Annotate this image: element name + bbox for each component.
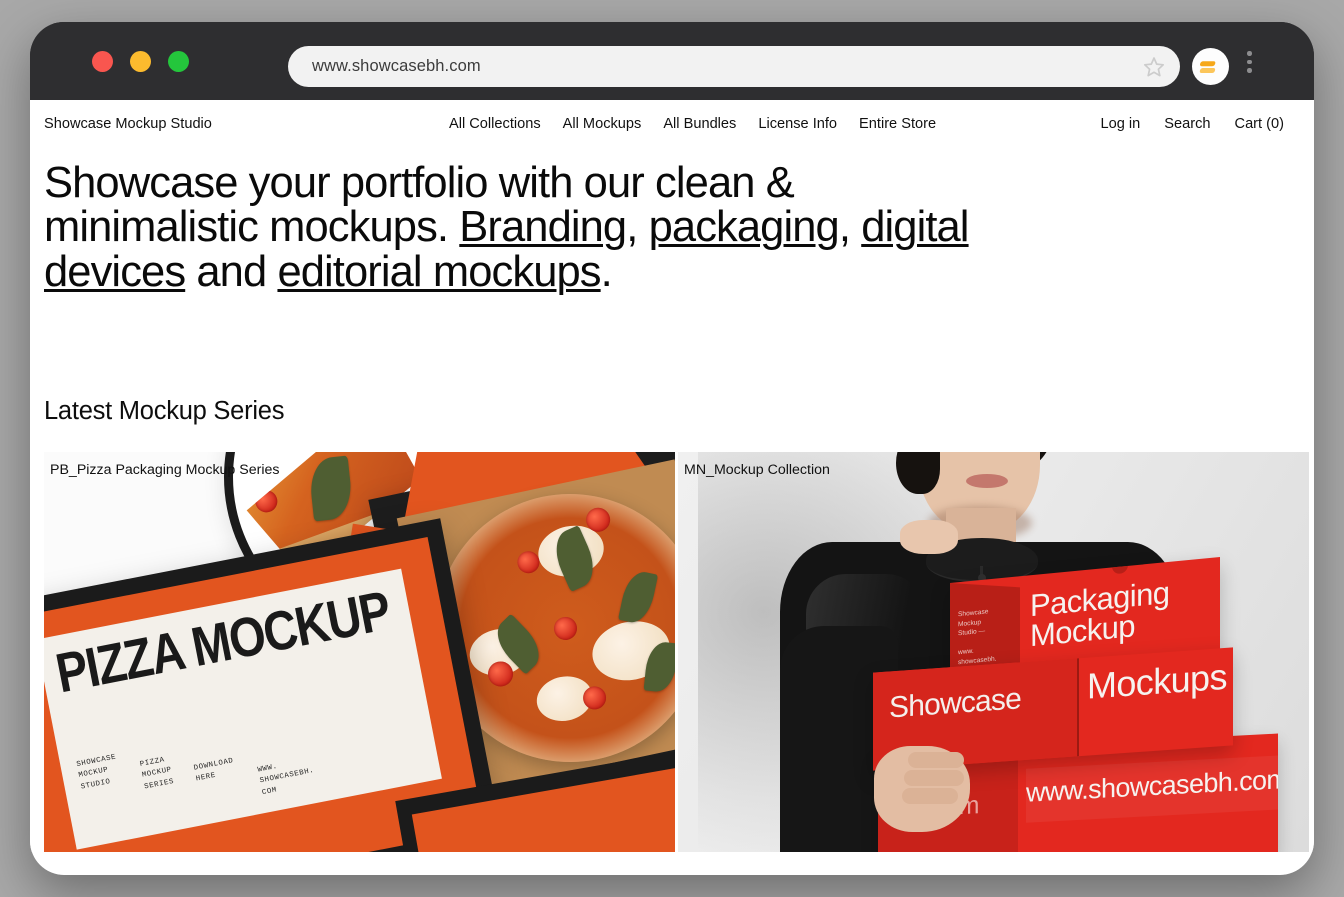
box-label-col-3: DOWNLOAD HERE [193, 756, 235, 784]
box-label-col-2: PIZZA MOCKUP SERIES [139, 755, 175, 792]
kebab-menu-icon[interactable] [1247, 51, 1252, 73]
tomato-slice [551, 614, 580, 643]
hero-sep-3: and [185, 247, 278, 296]
browser-window: www.showcasebh.com Showcase Mockup Studi… [30, 22, 1314, 875]
nav-item-license-info[interactable]: License Info [758, 116, 837, 132]
hero-section: Showcase your portfolio with our clean &… [30, 147, 1314, 295]
page-viewport: Showcase Mockup Studio All Collections A… [30, 100, 1314, 875]
product-label-pizza[interactable]: PB_Pizza Packaging Mockup Series [50, 462, 279, 478]
extension-glyph [1199, 60, 1215, 73]
kebab-dot [1247, 68, 1252, 73]
holding-hand [874, 746, 970, 833]
nav-item-entire-store[interactable]: Entire Store [859, 116, 936, 132]
search-link[interactable]: Search [1164, 116, 1210, 132]
section-title: Latest Mockup Series [44, 397, 285, 426]
hero-link-editorial-mockups[interactable]: editorial mockups [277, 248, 601, 296]
utility-nav: Log in Search Cart (0) [1101, 116, 1292, 132]
product-card-pizza[interactable]: PIZZA MOCKUP SHOWCASE MOCKUP STUDIO PIZZ… [44, 452, 675, 853]
kebab-dot [1247, 51, 1252, 56]
box-b-edge [1077, 658, 1079, 757]
model-mockup-image: Showcase Mockup Studio — www. showcasebh… [678, 452, 1309, 853]
address-bar[interactable]: www.showcasebh.com [288, 46, 1180, 87]
box-label-sheet: PIZZA MOCKUP SHOWCASE MOCKUP STUDIO PIZZ… [44, 568, 442, 850]
supporting-hand [900, 520, 958, 555]
login-link[interactable]: Log in [1101, 116, 1141, 132]
star-icon[interactable] [1142, 55, 1166, 79]
close-button[interactable] [92, 51, 113, 72]
product-label-mockup-collection[interactable]: MN_Mockup Collection [684, 462, 830, 478]
hair-strand [896, 452, 940, 495]
cart-link[interactable]: Cart (0) [1235, 116, 1284, 132]
pizza-mockup-image: PIZZA MOCKUP SHOWCASE MOCKUP STUDIO PIZZ… [44, 452, 675, 853]
product-card-mockup-collection[interactable]: Showcase Mockup Studio — www. showcasebh… [678, 452, 1309, 853]
hero-sep-2: , [838, 203, 862, 252]
finger [908, 752, 964, 769]
nav-item-all-bundles[interactable]: All Bundles [663, 116, 736, 132]
url-text[interactable]: www.showcasebh.com [312, 57, 1142, 76]
site-navigation: Showcase Mockup Studio All Collections A… [30, 100, 1314, 147]
box-label-col-4: WWW. SHOWCASEBH. COM [256, 762, 316, 797]
basil-leaf [618, 568, 659, 626]
box-headline: PIZZA MOCKUP [50, 578, 395, 705]
finger [904, 770, 964, 787]
page-title: Showcase your portfolio with our clean &… [44, 161, 1004, 294]
lips [966, 474, 1008, 489]
basil-leaf [308, 456, 354, 522]
maximize-button[interactable] [168, 51, 189, 72]
window-controls [92, 51, 189, 72]
hero-link-packaging[interactable]: packaging [649, 203, 840, 251]
kebab-dot [1247, 59, 1252, 64]
box-label-col-1: SHOWCASE MOCKUP STUDIO [75, 753, 117, 792]
hero-link-branding[interactable]: Branding [459, 203, 627, 251]
minimize-button[interactable] [130, 51, 151, 72]
box-label-columns: SHOWCASE MOCKUP STUDIO PIZZA MOCKUP SERI… [76, 694, 428, 833]
nav-item-all-collections[interactable]: All Collections [449, 116, 541, 132]
box-a-front-text: Packaging Mockup [1030, 574, 1170, 654]
hero-end-period: . [600, 247, 613, 296]
section-heading: Latest Mockup Series [30, 294, 1314, 427]
primary-nav: All Collections All Mockups All Bundles … [449, 116, 936, 132]
box-b-front-text: Mockups [1087, 655, 1227, 707]
product-grid: PIZZA MOCKUP SHOWCASE MOCKUP STUDIO PIZZ… [30, 452, 1314, 853]
extension-icon[interactable] [1192, 48, 1229, 85]
hero-sep-1: , [626, 203, 649, 252]
finger [902, 788, 958, 805]
nav-item-all-mockups[interactable]: All Mockups [563, 116, 642, 132]
site-brand[interactable]: Showcase Mockup Studio [44, 116, 212, 132]
browser-titlebar: www.showcasebh.com [30, 22, 1314, 100]
